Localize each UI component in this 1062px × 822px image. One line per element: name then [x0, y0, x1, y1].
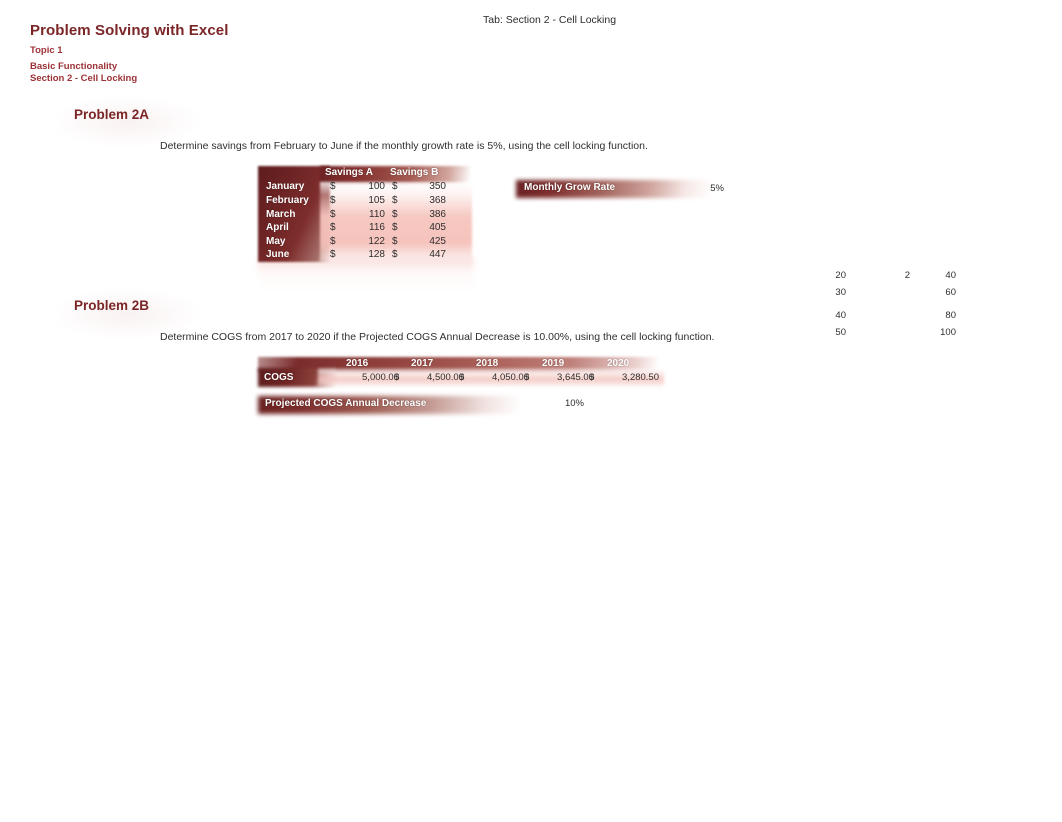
savings-month-label: March [266, 209, 296, 220]
savings-a-value: 116 [369, 222, 385, 233]
document-header: Problem Solving with Excel Topic 1 Basic… [30, 22, 228, 84]
savings-month-label: February [266, 195, 309, 206]
cogs-value[interactable]: 4,050.00 [471, 372, 529, 383]
savings-a-value: 110 [369, 209, 385, 220]
scratch-row[interactable]: 30 60 [820, 287, 960, 304]
cogs-row-label: COGS [264, 372, 294, 383]
savings-a-currency: $ [330, 236, 336, 247]
topic-label: Topic 1 [30, 45, 63, 56]
monthly-grow-rate-label: Monthly Grow Rate [524, 182, 616, 193]
scratch-cell-c: 80 [945, 310, 956, 321]
cogs-currency: $ [524, 372, 530, 383]
savings-a-header: Savings A [325, 167, 373, 178]
savings-a-currency: $ [330, 249, 336, 260]
cogs-year-header: 2018 [476, 358, 499, 369]
savings-table: Savings A Savings B January $ 100 $ 350 … [258, 166, 472, 264]
savings-a-value: 128 [368, 249, 385, 260]
scratch-cell-c: 100 [940, 327, 956, 338]
section-subtitle: Basic Functionality [30, 61, 118, 72]
scratch-row[interactable]: 50 100 [820, 327, 960, 344]
savings-a-value: 122 [368, 236, 385, 247]
savings-a-value: 100 [368, 181, 385, 192]
scratch-row[interactable]: 20 2 40 [820, 270, 960, 287]
cogs-value[interactable]: 5,000.00 [341, 372, 399, 383]
worksheet-tab-label: Tab: Section 2 - Cell Locking [483, 14, 617, 26]
scratch-cell-a: 40 [835, 310, 846, 321]
projected-cogs-decrease-row[interactable]: Projected COGS Annual Decrease 10% [258, 396, 588, 416]
projected-cogs-decrease-label: Projected COGS Annual Decrease [265, 398, 427, 409]
savings-a-currency: $ [330, 209, 336, 220]
scratch-cell-b: 2 [904, 270, 910, 281]
savings-month-label: January [266, 181, 305, 192]
cogs-value[interactable]: 3,280.50 [601, 372, 659, 383]
scratch-cell-a: 20 [835, 270, 846, 281]
savings-b-currency: $ [392, 236, 398, 247]
savings-b-value: 368 [429, 195, 446, 206]
savings-a-value: 105 [368, 195, 385, 206]
scratch-cell-a: 30 [835, 287, 846, 298]
table-row[interactable]: June $ 128 $ 447 [258, 249, 468, 263]
table-row[interactable]: March $ 110 $ 386 [258, 209, 468, 223]
scratch-row[interactable]: 40 80 [820, 310, 960, 327]
savings-b-currency: $ [392, 195, 398, 206]
cogs-value[interactable]: 4,500.00 [406, 372, 464, 383]
savings-b-header: Savings B [390, 167, 439, 178]
scratch-cell-c: 40 [945, 270, 956, 281]
savings-a-currency: $ [330, 195, 336, 206]
scratch-cell-a: 50 [835, 327, 846, 338]
savings-a-currency: $ [330, 222, 336, 233]
problem-2a-prompt: Determine savings from February to June … [160, 140, 648, 152]
savings-b-currency: $ [392, 181, 398, 192]
savings-b-value: 447 [429, 249, 446, 260]
problem-2a-heading: Problem 2A [74, 107, 150, 122]
savings-month-label: June [266, 249, 290, 260]
projected-cogs-decrease-value: 10% [564, 398, 584, 409]
table-row[interactable]: February $ 105 $ 368 [258, 195, 468, 209]
savings-b-value: 425 [429, 236, 446, 247]
table-row[interactable]: May $ 122 $ 425 [258, 236, 468, 250]
problem-2b-prompt: Determine COGS from 2017 to 2020 if the … [160, 331, 715, 343]
monthly-grow-rate-value: 5% [710, 183, 724, 194]
page-title: Problem Solving with Excel [30, 22, 229, 39]
cogs-year-header: 2020 [607, 358, 630, 369]
savings-b-currency: $ [392, 222, 398, 233]
section-name: Section 2 - Cell Locking [30, 72, 138, 84]
savings-b-currency: $ [392, 249, 398, 260]
savings-month-label: April [266, 222, 289, 233]
savings-b-value: 386 [429, 209, 446, 220]
table-row[interactable]: April $ 116 $ 405 [258, 222, 468, 236]
problem-2b-heading: Problem 2B [74, 298, 150, 313]
cogs-table: 2016 2017 2018 2019 2020 COGS 5,000.00 $… [258, 357, 664, 387]
savings-a-currency: $ [330, 181, 336, 192]
monthly-grow-rate-row[interactable]: Monthly Grow Rate 5% [516, 180, 726, 200]
savings-b-value: 405 [429, 222, 446, 233]
scratch-number-grid: 20 2 40 30 60 40 80 50 100 [820, 270, 960, 344]
cogs-year-header: 2019 [542, 358, 565, 369]
cogs-currency: $ [589, 372, 595, 383]
table-row[interactable]: January $ 100 $ 350 [258, 181, 468, 195]
savings-b-currency: $ [392, 209, 398, 220]
cogs-year-header: 2017 [411, 358, 434, 369]
cogs-currency: $ [394, 372, 400, 383]
scratch-cell-c: 60 [945, 287, 956, 298]
cogs-year-header: 2016 [346, 358, 369, 369]
savings-month-label: May [266, 236, 286, 247]
cogs-value[interactable]: 3,645.00 [536, 372, 594, 383]
cogs-currency: $ [459, 372, 465, 383]
savings-b-value: 350 [429, 181, 446, 192]
